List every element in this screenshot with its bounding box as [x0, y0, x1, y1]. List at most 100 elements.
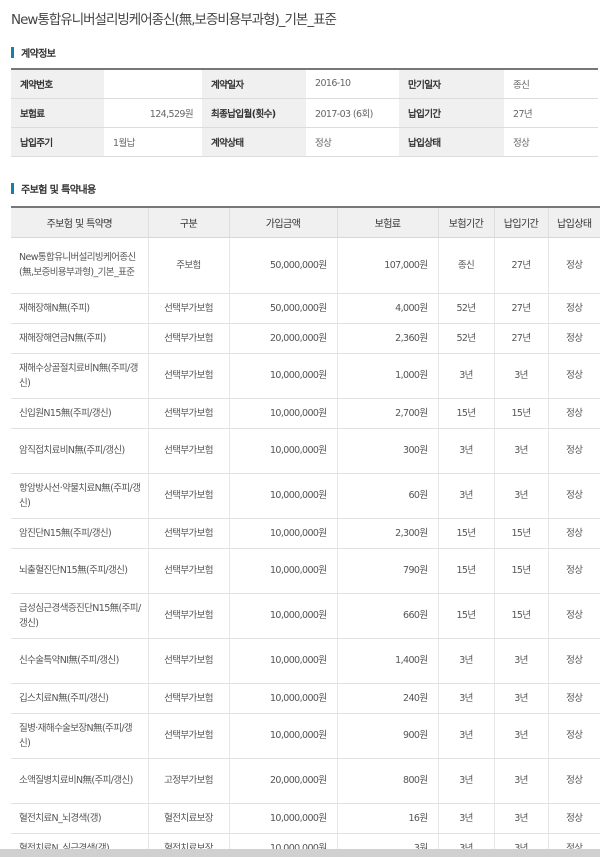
column-header: 가입금액	[229, 207, 338, 238]
coverage-term: 3년	[438, 713, 495, 759]
coverage-name: 암진단N15無(주피/갱신)	[11, 518, 149, 549]
coverage-type: 선택부가보험	[148, 323, 230, 354]
coverage-status: 정상	[548, 293, 600, 324]
coverage-type: 고정부가보험	[148, 758, 230, 804]
coverage-status: 정상	[548, 323, 600, 354]
coverage-amount: 10,000,000원	[229, 683, 338, 714]
contract-field-label: 만기일자	[399, 69, 504, 99]
coverage-term: 3년	[438, 683, 495, 714]
table-row: 질병·재해수술보장N無(주피/갱신) 선택부가보험 10,000,000원 900원 3…	[11, 713, 600, 759]
coverage-premium: 300원	[337, 428, 439, 474]
table-row: 암진단N15無(주피/갱신) 선택부가보험 10,000,000원 2,300원 15년…	[11, 518, 600, 549]
column-header: 납입기간	[494, 207, 549, 238]
coverage-name: 질병·재해수술보장N無(주피/갱신)	[11, 713, 149, 759]
coverage-pay-term: 3년	[494, 803, 549, 834]
coverage-premium: 16원	[337, 803, 439, 834]
coverage-amount: 10,000,000원	[229, 803, 338, 834]
coverage-type: 주보험	[148, 237, 230, 294]
table-row: 항암방사선·약물치료N無(주피/갱신) 선택부가보험 10,000,000원 60원 3…	[11, 473, 600, 519]
coverage-status: 정상	[548, 398, 600, 429]
coverage-status: 정상	[548, 518, 600, 549]
column-header: 주보험 및 특약명	[11, 207, 149, 238]
table-row: 재해장해연금N無(주피) 선택부가보험 20,000,000원 2,360원 52년 27…	[11, 323, 600, 354]
coverage-section-title: 주보험 및 특약내용	[21, 185, 96, 196]
coverage-premium: 60원	[337, 473, 439, 519]
coverage-premium: 1,000원	[337, 353, 439, 399]
coverage-name: 재해장해연금N無(주피)	[11, 323, 149, 354]
coverage-pay-term: 3년	[494, 638, 549, 684]
coverage-amount: 10,000,000원	[229, 353, 338, 399]
coverage-amount: 20,000,000원	[229, 323, 338, 354]
table-row: 급성심근경색증진단N15無(주피/갱신) 선택부가보험 10,000,000원 660…	[11, 593, 600, 639]
coverage-name: 혈전치료N_뇌경색(갱)	[11, 803, 149, 834]
coverage-term: 15년	[438, 548, 495, 594]
column-header: 보험기간	[438, 207, 495, 238]
contract-field-value: 정상	[306, 127, 399, 157]
contract-info-row: 납입주기 1월납 계약상태 정상 납입상태 정상	[11, 127, 598, 157]
coverage-term: 3년	[438, 758, 495, 804]
coverage-section-heading: 주보험 및 특약내용	[11, 181, 96, 196]
contract-info-table: 계약번호 계약일자 2016-10 만기일자 종신 보험료 124,529원 최종납입월(횟수…	[11, 68, 598, 157]
contract-field-value: 2016-10	[306, 69, 399, 99]
coverage-name: 급성심근경색증진단N15無(주피/갱신)	[11, 593, 149, 639]
contract-field-value: 27년	[504, 98, 598, 128]
coverage-premium: 2,700원	[337, 398, 439, 429]
contract-field-value: 종신	[504, 69, 598, 99]
coverage-type: 선택부가보험	[148, 353, 230, 399]
coverage-status: 정상	[548, 713, 600, 759]
coverage-amount: 20,000,000원	[229, 758, 338, 804]
coverage-type: 선택부가보험	[148, 428, 230, 474]
coverage-amount: 10,000,000원	[229, 638, 338, 684]
table-row: 재해장해N無(주피) 선택부가보험 50,000,000원 4,000원 52년 27년 정…	[11, 293, 600, 324]
coverage-status: 정상	[548, 428, 600, 474]
coverage-name: 암직접치료비N無(주피/갱신)	[11, 428, 149, 474]
coverage-type: 선택부가보험	[148, 593, 230, 639]
contract-field-value: 정상	[504, 127, 598, 157]
coverage-name: 뇌출혈진단N15無(주피/갱신)	[11, 548, 149, 594]
coverage-term: 52년	[438, 323, 495, 354]
coverage-premium: 240원	[337, 683, 439, 714]
coverage-pay-term: 3년	[494, 713, 549, 759]
coverage-amount: 10,000,000원	[229, 548, 338, 594]
contract-field-value: 1월납	[104, 127, 202, 157]
coverage-pay-term: 3년	[494, 353, 549, 399]
coverage-pay-term: 3년	[494, 758, 549, 804]
section-marker	[11, 183, 14, 194]
coverage-name: New통합유니버설리빙케어종신(無,보증비용부과형)_기본_표준	[11, 237, 149, 294]
coverage-type: 선택부가보험	[148, 548, 230, 594]
coverage-term: 15년	[438, 593, 495, 639]
contract-info-row: 보험료 124,529원 최종납입월(횟수) 2017-03 (6회) 납입기간 27년	[11, 98, 598, 128]
coverage-premium: 900원	[337, 713, 439, 759]
coverage-amount: 10,000,000원	[229, 473, 338, 519]
coverage-status: 정상	[548, 353, 600, 399]
coverage-pay-term: 3년	[494, 428, 549, 474]
contract-field-value: 124,529원	[104, 98, 202, 128]
coverage-type: 선택부가보험	[148, 473, 230, 519]
coverage-premium: 2,360원	[337, 323, 439, 354]
coverage-name: 신수술특약NI無(주피/갱신)	[11, 638, 149, 684]
coverage-term: 52년	[438, 293, 495, 324]
coverage-pay-term: 27년	[494, 237, 549, 294]
coverage-status: 정상	[548, 548, 600, 594]
contract-section-heading: 계약정보	[11, 45, 56, 60]
coverage-term: 15년	[438, 398, 495, 429]
coverage-status: 정상	[548, 473, 600, 519]
coverage-premium: 2,300원	[337, 518, 439, 549]
coverage-term: 3년	[438, 428, 495, 474]
coverage-type: 선택부가보험	[148, 398, 230, 429]
horizontal-scrollbar[interactable]	[0, 849, 600, 857]
coverage-status: 정상	[548, 593, 600, 639]
contract-field-label: 계약번호	[11, 69, 104, 99]
coverage-amount: 50,000,000원	[229, 293, 338, 324]
column-header: 구분	[148, 207, 230, 238]
coverage-premium: 1,400원	[337, 638, 439, 684]
contract-field-label: 계약일자	[202, 69, 306, 99]
coverage-pay-term: 15년	[494, 593, 549, 639]
coverage-pay-term: 15년	[494, 518, 549, 549]
coverage-amount: 50,000,000원	[229, 237, 338, 294]
section-marker	[11, 47, 14, 58]
coverage-status: 정상	[548, 758, 600, 804]
coverage-header-row: 주보험 및 특약명 구분 가입금액 보험료 보험기간 납입기간 납입상태	[11, 207, 600, 238]
coverage-type: 선택부가보험	[148, 518, 230, 549]
table-row: 소액질병치료비N無(주피/갱신) 고정부가보험 20,000,000원 800원 3년 3…	[11, 758, 600, 804]
